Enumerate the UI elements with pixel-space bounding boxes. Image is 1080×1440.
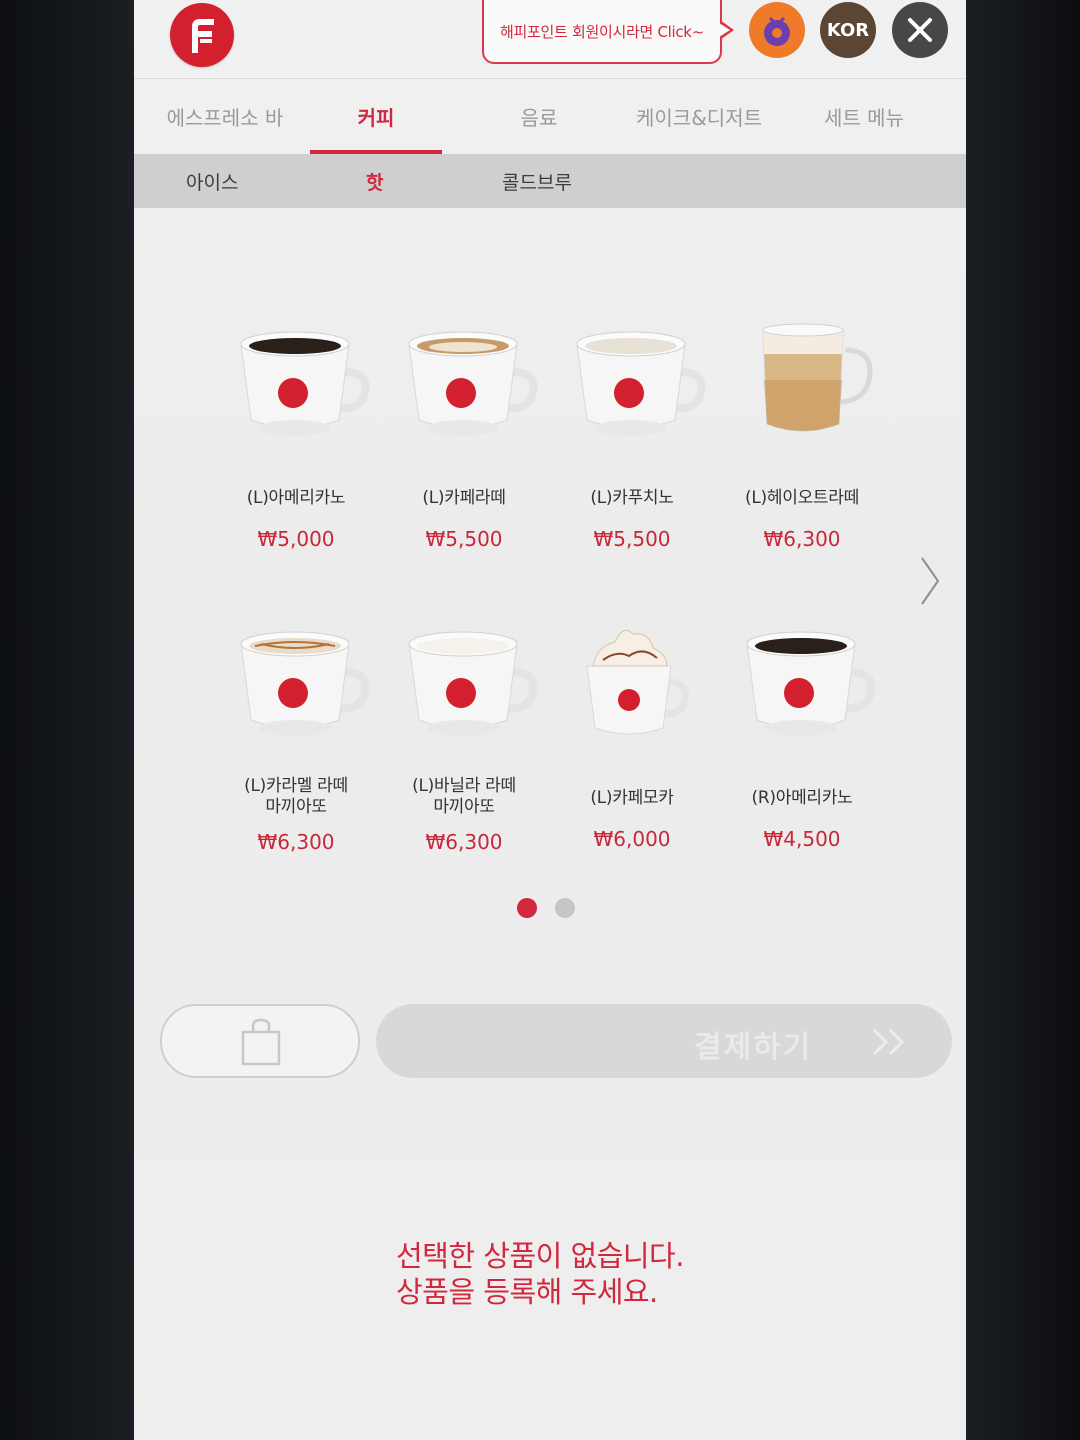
- product-name: (L)카페라떼: [422, 488, 506, 508]
- product-price: ₩4,500: [763, 827, 841, 851]
- empty-message-line2: 상품을 등록해 주세요.: [396, 1275, 658, 1309]
- brand-logo[interactable]: [170, 3, 234, 67]
- product-name: (L)헤이오트라떼: [745, 488, 859, 508]
- happy-point-button[interactable]: [749, 2, 805, 58]
- device-bezel-left: [0, 0, 134, 1440]
- tab-coffee[interactable]: 커피: [310, 102, 442, 131]
- close-button[interactable]: [892, 2, 948, 58]
- product-price: ₩5,500: [593, 527, 671, 551]
- pay-label: 결제하기: [694, 1030, 813, 1065]
- latte-cup-icon: [408, 331, 538, 436]
- next-page-arrow-icon[interactable]: [918, 556, 942, 606]
- page-dot-active[interactable]: [517, 898, 537, 918]
- page-indicator: [517, 898, 593, 922]
- top-bar: 해피포인트 회원이시라면 Click~ KOR: [134, 0, 966, 79]
- product-price: ₩5,000: [257, 527, 335, 551]
- subtab-hot[interactable]: 핫: [366, 168, 383, 195]
- page-dot[interactable]: [555, 898, 575, 918]
- product-card[interactable]: (L)카페모카 ₩6,000: [548, 620, 716, 851]
- product-price: ₩6,000: [593, 827, 671, 851]
- product-card[interactable]: (L)카페라떼 ₩5,500: [380, 320, 548, 551]
- cappuccino-cup-icon: [576, 331, 706, 436]
- cafe-mocha-cup-icon: [586, 629, 690, 735]
- product-card[interactable]: (L)카라멜 라떼 마끼아또 ₩6,300: [212, 620, 380, 854]
- empty-message-line1: 선택한 상품이 없습니다.: [396, 1239, 684, 1273]
- product-name-text: (L)바닐라 라떼 마끼아또: [412, 776, 516, 817]
- product-name: (L)카푸치노: [590, 488, 674, 508]
- product-name: (R)아메리카노: [751, 788, 853, 808]
- product-card[interactable]: (L)카푸치노 ₩5,500: [548, 320, 716, 551]
- language-button[interactable]: KOR: [820, 2, 876, 58]
- product-price: ₩6,300: [425, 830, 503, 854]
- americano-cup-icon: [240, 331, 370, 436]
- category-tabs: 에스프레소 바 커피 음료 케이크&디저트 세트 메뉴: [134, 80, 966, 154]
- happy-point-icon: [764, 16, 790, 46]
- product-price: ₩5,500: [425, 527, 503, 551]
- product-price: ₩6,300: [763, 527, 841, 551]
- device-bezel-right: [966, 0, 1080, 1440]
- subtab-ice[interactable]: 아이스: [186, 168, 238, 195]
- product-name: (L)바닐라 라떼 마끼아또: [380, 776, 548, 818]
- product-name: (L)아메리카노: [246, 488, 346, 508]
- cart-button[interactable]: [160, 1004, 360, 1078]
- happy-point-promo-banner[interactable]: 해피포인트 회원이시라면 Click~: [482, 0, 734, 64]
- vanilla-macchiato-cup-icon: [408, 631, 538, 736]
- tab-set-menu[interactable]: 세트 메뉴: [794, 102, 934, 131]
- product-card[interactable]: (L)바닐라 라떼 마끼아또 ₩6,300: [380, 620, 548, 854]
- sub-category-bar: 아이스 핫 콜드브루: [134, 154, 966, 208]
- brand-f-icon: [192, 19, 214, 53]
- chevron-right-icon: [872, 1028, 905, 1056]
- close-icon: [908, 18, 932, 42]
- oat-latte-glass-icon: [762, 323, 873, 432]
- kiosk-screen: 해피포인트 회원이시라면 Click~ KOR 에스프레소 바 커피 음료 케이…: [134, 0, 966, 1440]
- shopping-bag-icon: [241, 1018, 281, 1066]
- tab-cake-dessert[interactable]: 케이크&디저트: [624, 102, 774, 131]
- product-price: ₩6,300: [257, 830, 335, 854]
- product-card[interactable]: (L)헤이오트라떼 ₩6,300: [718, 320, 886, 551]
- tab-beverage[interactable]: 음료: [474, 102, 604, 131]
- pay-button[interactable]: 결제하기: [376, 1004, 952, 1078]
- product-card[interactable]: (L)아메리카노 ₩5,000: [212, 320, 380, 551]
- product-name: (L)카라멜 라떼 마끼아또: [212, 776, 380, 818]
- americano-cup-icon: [746, 631, 876, 736]
- language-label: KOR: [826, 19, 870, 41]
- product-card[interactable]: (R)아메리카노 ₩4,500: [718, 620, 886, 851]
- tab-espresso-bar[interactable]: 에스프레소 바: [150, 102, 300, 131]
- subtab-cold-brew[interactable]: 콜드브루: [502, 168, 572, 195]
- promo-text: 해피포인트 회원이시라면 Click~: [500, 22, 704, 41]
- empty-cart-message: 선택한 상품이 없습니다. 상품을 등록해 주세요.: [396, 1238, 684, 1310]
- product-name-text: (L)카라멜 라떼 마끼아또: [244, 776, 348, 817]
- caramel-macchiato-cup-icon: [240, 631, 370, 736]
- product-name: (L)카페모카: [590, 788, 674, 808]
